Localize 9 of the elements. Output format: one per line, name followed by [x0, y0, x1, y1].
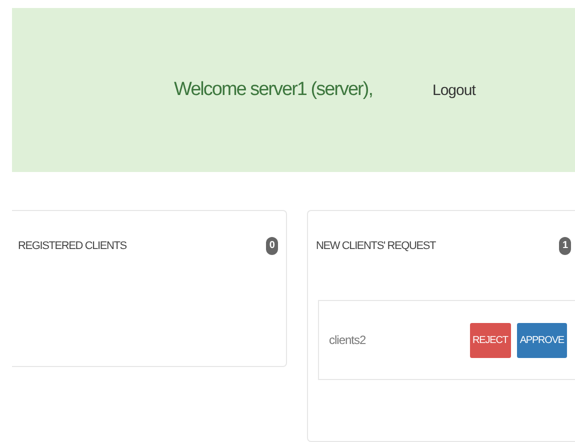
count-badge: 0: [266, 237, 278, 255]
approve-button[interactable]: APPROVE: [516, 322, 567, 358]
reject-button[interactable]: REJECT: [470, 322, 511, 358]
client-name: clients2: [328, 333, 366, 347]
panel-title: REGISTERED CLIENTS: [18, 240, 126, 252]
welcome-text: Welcome server1 (server),: [174, 79, 372, 101]
logout-link[interactable]: Logout: [432, 82, 476, 98]
panel-title: NEW CLIENTS' REQUEST: [316, 240, 436, 252]
count-badge: 1: [559, 237, 571, 255]
